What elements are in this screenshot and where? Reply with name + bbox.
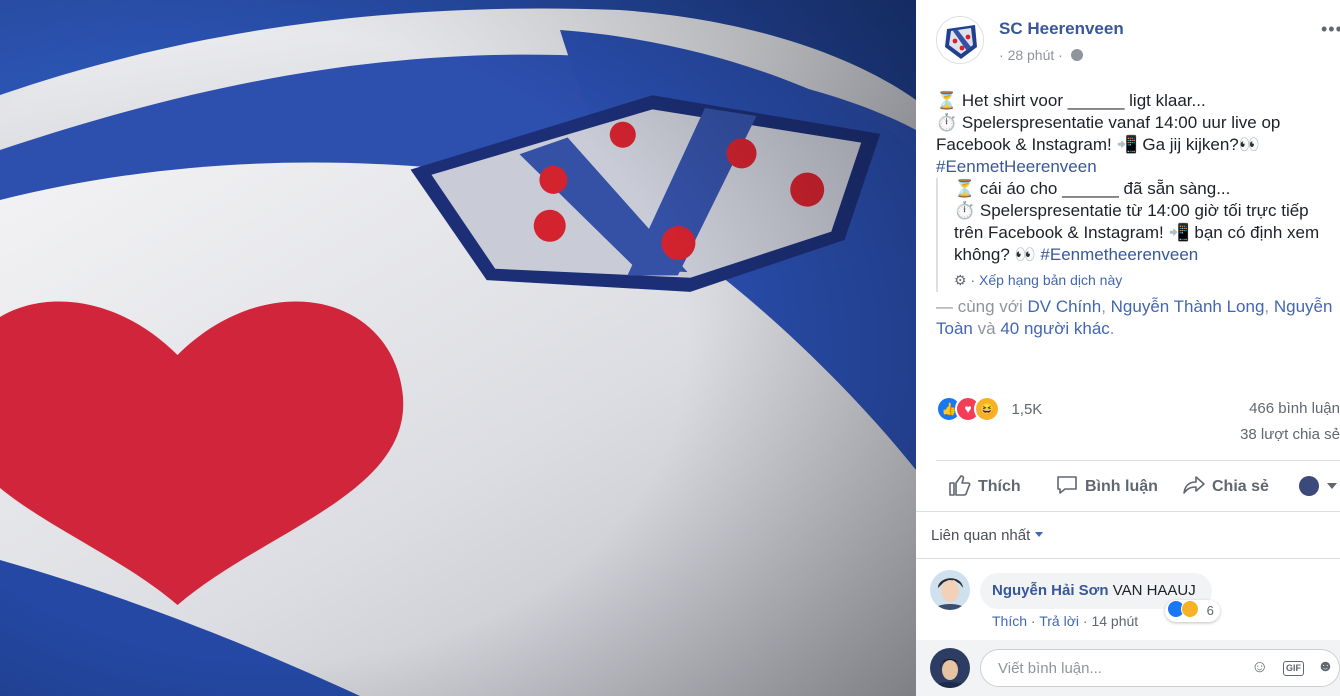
sort-label: Liên quan nhất [931,527,1031,544]
post-line: ⏱️ Spelerspresentatie vanaf 14:00 uur li… [936,113,1281,132]
divider [916,558,1340,559]
my-avatar[interactable] [930,648,970,688]
tagged-person[interactable]: DV Chính [1027,297,1101,316]
reactions-summary[interactable]: 👍 ♥ 😆 1,5K [936,396,1042,422]
post-meta: · 28 phút · [999,47,1083,63]
comment-button[interactable]: Bình luận [1055,474,1158,498]
like-label: Thích [978,478,1021,495]
separator-dot: · [1058,47,1067,63]
divider [916,511,1340,512]
post-hashtag[interactable]: #EenmetHeerenveen [936,156,1340,178]
reactions-count[interactable]: 1,5K [1011,401,1042,418]
page-avatar[interactable] [936,16,984,64]
post-line: Facebook & Instagram! 📲 Ga jij kijken?👀 [936,135,1260,154]
translation-line: trên Facebook & Instagram! 📲 bạn có định… [954,223,1320,242]
commenter-avatar[interactable] [930,570,970,610]
avatar-image [930,648,970,688]
share-label: Chia sẻ [1212,478,1269,495]
comment-reactions[interactable]: 6 [1165,600,1220,622]
comment-text: VAN HAAUJ [1112,582,1196,599]
tagged-and: và [977,319,996,338]
caret-down-icon [1035,532,1044,537]
comment-time[interactable]: 14 phút [1091,613,1138,629]
gear-icon[interactable]: ⚙ [954,272,967,288]
comments-count[interactable]: 466 bình luận [1249,400,1340,417]
sticker-icon[interactable]: ☻ [1317,658,1334,676]
translation-line: ⏳ cái áo cho ______ đã sẵn sàng... [954,179,1231,198]
club-logo-icon [937,17,983,63]
chevron-down-icon [1327,483,1338,489]
gif-button[interactable]: GIF [1283,661,1304,676]
comment-actions: Thích · Trả lời · 14 phút [992,613,1139,629]
tagged-person-cont[interactable]: Toàn [936,319,973,338]
tagged-people: — cùng với DV Chính, Nguyễn Thành Long, … [936,297,1333,338]
post-text: ⏳ Het shirt voor ______ ligt klaar... ⏱️… [936,90,1340,178]
translation-line: không? 👀 #Eenmetheerenveen [954,244,1340,266]
comment-reply-link[interactable]: Trả lời [1039,613,1079,629]
comment-label: Bình luận [1085,478,1158,495]
more-options-icon[interactable]: ••• [1321,19,1340,40]
comment-reaction-count: 6 [1206,603,1214,618]
rate-translation: ⚙ · Xếp hạng bản dịch này [954,272,1123,288]
comment-author[interactable]: Nguyễn Hải Sơn [992,582,1109,599]
haha-reaction-icon [1181,600,1199,618]
translation-line-text: không? 👀 [954,245,1036,264]
profile-avatar-small [1299,476,1319,496]
divider [936,460,1340,461]
tagged-person[interactable]: Nguyễn [1274,297,1333,316]
comment-input-wrapper: ☺ GIF ☻ [980,649,1340,687]
avatar-image [930,570,970,610]
comment-like-link[interactable]: Thích [992,613,1027,629]
comment-sort-dropdown[interactable]: Liên quan nhất [931,527,1044,544]
translation-line: ⏱️ Spelerspresentatie từ 14:00 giờ tối t… [954,201,1309,220]
share-icon [1183,476,1205,494]
like-button[interactable]: Thích [948,474,1021,498]
shares-count[interactable]: 38 lượt chia sẻ [1240,426,1340,443]
tagged-others-link[interactable]: 40 người khác [1000,319,1109,338]
tagged-end: . [1109,319,1115,338]
tagged-prefix: — cùng với [936,297,1023,316]
post-panel: SC Heerenveen ••• · 28 phút · ⏳ Het shir… [916,0,1340,696]
haha-reaction-icon: 😆 [974,396,1000,422]
post-as-selector[interactable] [1299,476,1338,496]
thumbs-up-icon [949,475,971,496]
share-button[interactable]: Chia sẻ [1182,474,1269,498]
smile-icon[interactable]: ☺ [1251,657,1268,677]
post-line: ⏳ Het shirt voor ______ ligt klaar... [936,91,1206,110]
post-time[interactable]: 28 phút [1008,47,1055,63]
page-name[interactable]: SC Heerenveen [999,19,1124,39]
translation-block: ⏳ cái áo cho ______ đã sẵn sàng... ⏱️ Sp… [936,178,1340,292]
time-separator: · [999,47,1008,63]
rate-translation-link[interactable]: Xếp hạng bản dịch này [979,272,1122,288]
globe-icon [1070,49,1083,61]
comment-icon [1057,476,1077,494]
tagged-person[interactable]: Nguyễn Thành Long [1111,297,1265,316]
post-photo[interactable] [0,0,916,696]
translation-hashtag[interactable]: #Eenmetheerenveen [1040,245,1198,264]
comment-input[interactable] [996,659,1240,678]
jersey-image [0,0,916,696]
